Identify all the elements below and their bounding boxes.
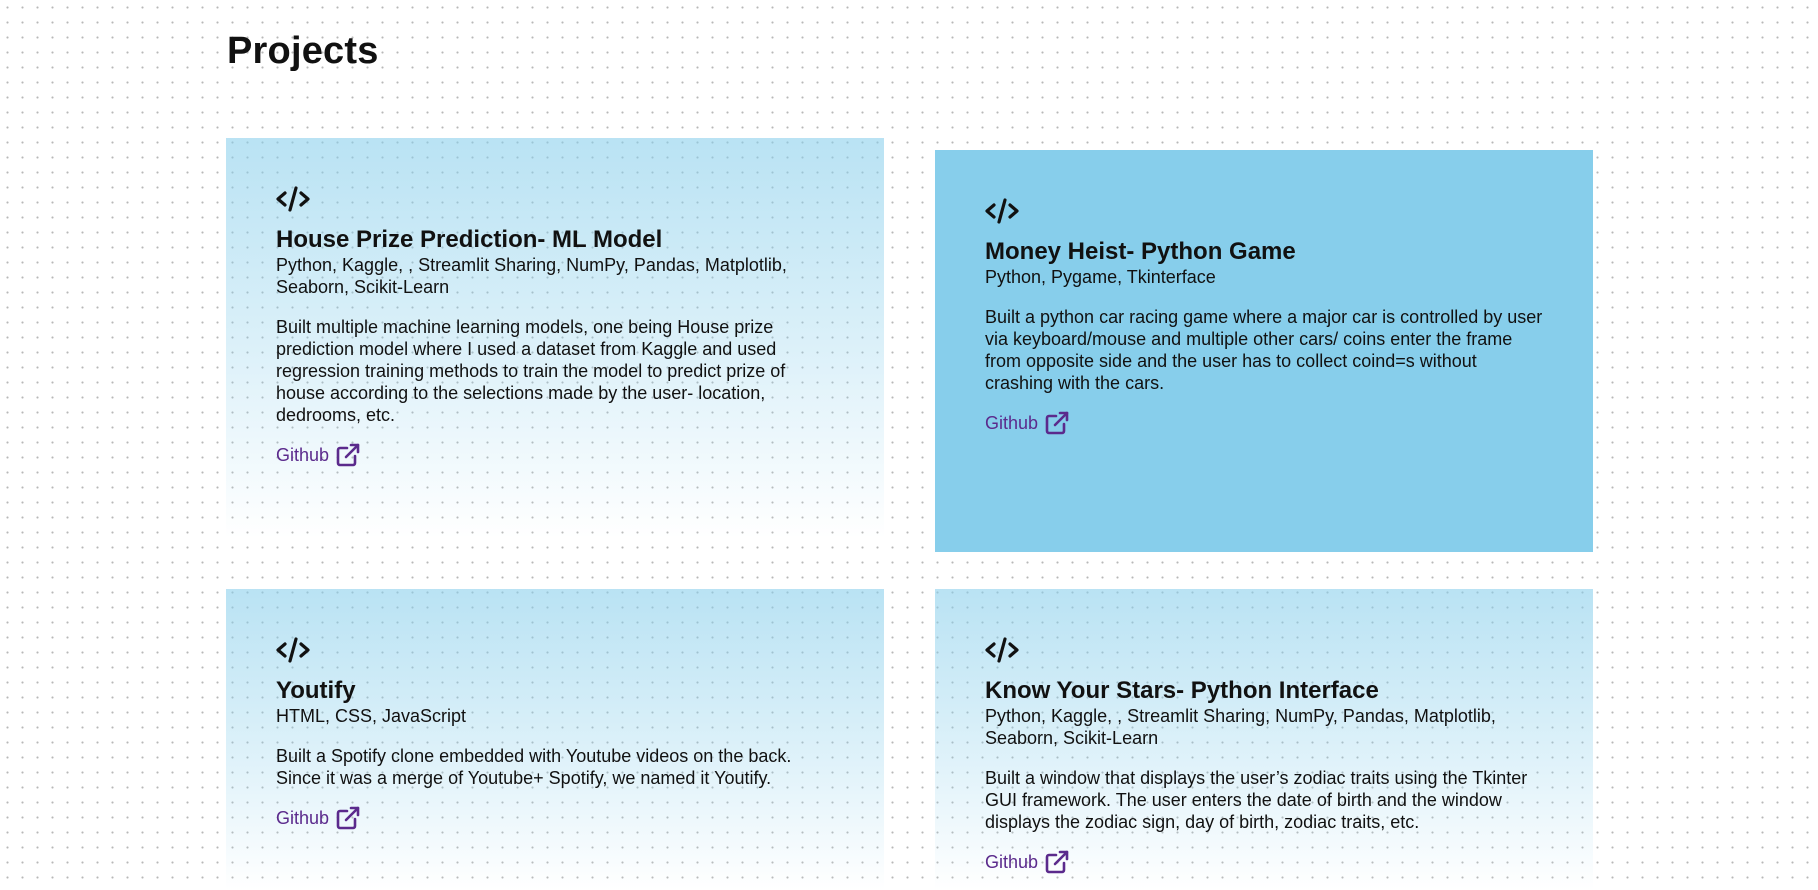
project-description: Built a python car racing game where a m… [985, 307, 1543, 393]
project-tech-stack: Python, Pygame, Tkinterface [985, 267, 1216, 287]
project-title: Youtify [276, 677, 356, 704]
project-description: Built multiple machine learning models, … [276, 317, 786, 425]
project-card: House Prize Prediction- ML Model Python,… [226, 138, 884, 538]
github-link-label: Github [985, 413, 1039, 433]
github-link[interactable]: Github [276, 805, 361, 831]
external-link-icon[interactable] [335, 442, 361, 468]
project-title: Money Heist- Python Game [985, 238, 1296, 265]
section-title: Projects [227, 30, 379, 72]
external-link-icon[interactable] [1044, 410, 1070, 436]
github-link[interactable]: Github [985, 410, 1070, 436]
code-icon [985, 198, 1019, 224]
github-link-label: Github [985, 852, 1039, 872]
code-icon [276, 637, 310, 663]
github-link-label: Github [276, 445, 330, 465]
external-link-icon[interactable] [335, 805, 361, 831]
project-description: Built a window that displays the user’s … [985, 768, 1528, 832]
project-tech-stack: HTML, CSS, JavaScript [276, 706, 467, 726]
github-link[interactable]: Github [985, 849, 1070, 875]
external-link-icon[interactable] [1044, 849, 1070, 875]
project-tech-stack: Python, Kaggle, , Streamlit Sharing, Num… [276, 255, 787, 297]
project-card: Know Your Stars- Python Interface Python… [935, 589, 1593, 890]
project-title: Know Your Stars- Python Interface [985, 677, 1379, 704]
github-link[interactable]: Github [276, 442, 361, 468]
project-title: House Prize Prediction- ML Model [276, 226, 663, 253]
github-link-label: Github [276, 808, 330, 828]
project-tech-stack: Python, Kaggle, , Streamlit Sharing, Num… [985, 706, 1496, 748]
project-card: Money Heist- Python Game Python, Pygame,… [935, 150, 1593, 552]
code-icon [985, 637, 1019, 663]
project-description: Built a Spotify clone embedded with Yout… [276, 746, 792, 788]
code-icon [276, 186, 310, 212]
project-card: Youtify HTML, CSS, JavaScript Built a Sp… [226, 589, 884, 890]
